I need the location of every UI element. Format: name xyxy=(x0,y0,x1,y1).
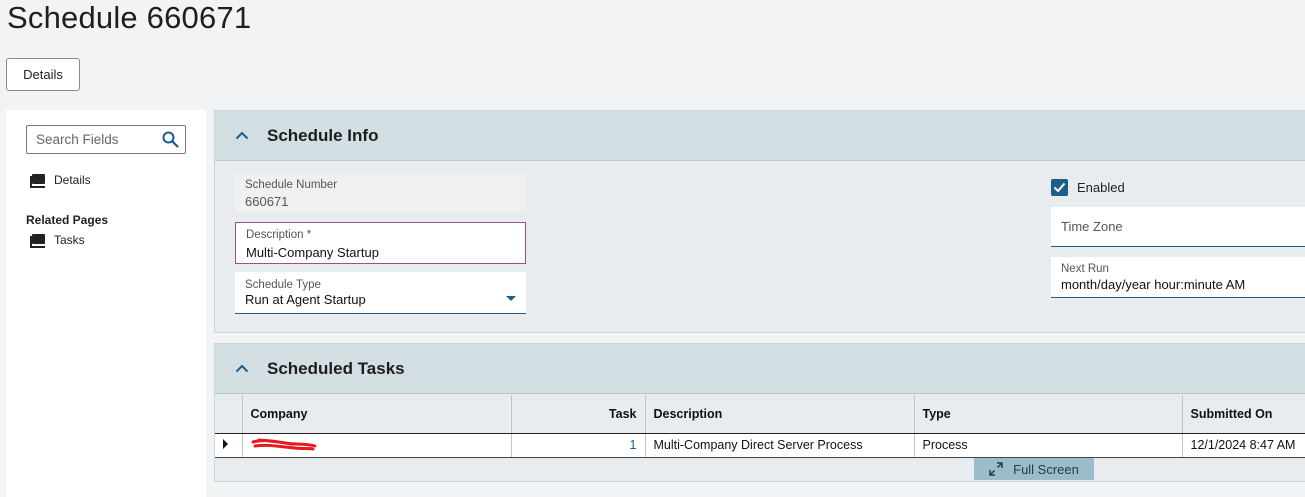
sidebar-item-details[interactable]: Details xyxy=(30,173,91,188)
check-icon xyxy=(1053,182,1066,193)
enabled-checkbox[interactable] xyxy=(1051,179,1068,196)
chevron-up-icon[interactable] xyxy=(235,364,249,373)
book-icon xyxy=(30,174,46,188)
panel-title: Scheduled Tasks xyxy=(267,358,405,378)
related-pages-heading: Related Pages xyxy=(26,213,109,227)
search-input[interactable] xyxy=(36,132,161,147)
full-screen-button[interactable]: Full Screen xyxy=(974,458,1094,480)
table-header-row: Company Task Description Type Submitted … xyxy=(215,395,1305,434)
scheduled-tasks-header[interactable]: Scheduled Tasks xyxy=(215,344,1305,394)
time-zone-placeholder: Time Zone xyxy=(1061,219,1123,234)
chevron-down-icon[interactable] xyxy=(506,296,516,301)
schedule-number-field: Schedule Number 660671 xyxy=(235,173,526,212)
column-header-type[interactable]: Type xyxy=(914,395,1183,434)
field-label: Next Run xyxy=(1061,263,1109,275)
task-cell[interactable]: 1 xyxy=(511,433,646,458)
table-row[interactable]: 1 Multi-Company Direct Server Process Pr… xyxy=(215,433,1305,458)
caret-right-icon xyxy=(223,439,228,449)
search-icon[interactable] xyxy=(162,131,179,148)
description-input[interactable]: Multi-Company Startup xyxy=(246,245,379,260)
sidebar-item-label: Tasks xyxy=(54,233,85,247)
sidebar-item-label: Details xyxy=(54,173,91,187)
schedule-type-select[interactable]: Schedule Type Run at Agent Startup xyxy=(235,272,526,314)
submitted-on-cell[interactable]: 12/1/2024 8:47 AM xyxy=(1182,433,1305,458)
details-button[interactable]: Details xyxy=(6,58,80,91)
next-run-value: month/day/year hour:minute AM xyxy=(1061,277,1246,292)
page-title: Schedule 660671 xyxy=(7,0,252,35)
search-field[interactable] xyxy=(26,125,186,154)
full-screen-label: Full Screen xyxy=(1013,461,1079,477)
description-cell[interactable]: Multi-Company Direct Server Process xyxy=(645,433,915,458)
company-cell[interactable] xyxy=(242,433,512,458)
field-label: Description * xyxy=(246,229,312,241)
next-run-field[interactable]: Next Run month/day/year hour:minute AM xyxy=(1051,257,1305,298)
sidebar-item-tasks[interactable]: Tasks xyxy=(30,233,85,248)
column-header-company[interactable]: Company xyxy=(242,395,512,434)
enabled-label: Enabled xyxy=(1077,180,1125,195)
sidebar: Details Related Pages Tasks xyxy=(6,110,206,497)
column-header-description[interactable]: Description xyxy=(645,395,915,434)
type-cell[interactable]: Process xyxy=(914,433,1183,458)
column-header-submitted-on[interactable]: Submitted On xyxy=(1182,395,1305,434)
book-icon xyxy=(30,234,46,248)
column-header-task[interactable]: Task xyxy=(511,395,646,434)
time-zone-field[interactable]: Time Zone xyxy=(1051,207,1305,247)
field-label: Schedule Type xyxy=(245,279,321,291)
scheduled-tasks-panel: Scheduled Tasks Company Task Description… xyxy=(214,343,1305,482)
row-indicator[interactable] xyxy=(215,433,243,458)
field-label: Schedule Number xyxy=(245,179,338,191)
scheduled-tasks-table: Company Task Description Type Submitted … xyxy=(215,395,1305,458)
schedule-number-value: 660671 xyxy=(245,194,289,209)
schedule-type-value: Run at Agent Startup xyxy=(245,292,366,307)
expand-icon xyxy=(989,462,1003,476)
schedule-info-panel: Schedule Info Schedule Number 660671 Des… xyxy=(214,110,1305,333)
row-indicator-header xyxy=(215,395,243,434)
description-field[interactable]: Description * Multi-Company Startup xyxy=(235,222,526,264)
schedule-info-header[interactable]: Schedule Info xyxy=(215,111,1305,161)
redaction-mark xyxy=(251,438,316,450)
chevron-up-icon[interactable] xyxy=(235,131,249,140)
panel-title: Schedule Info xyxy=(267,125,379,145)
